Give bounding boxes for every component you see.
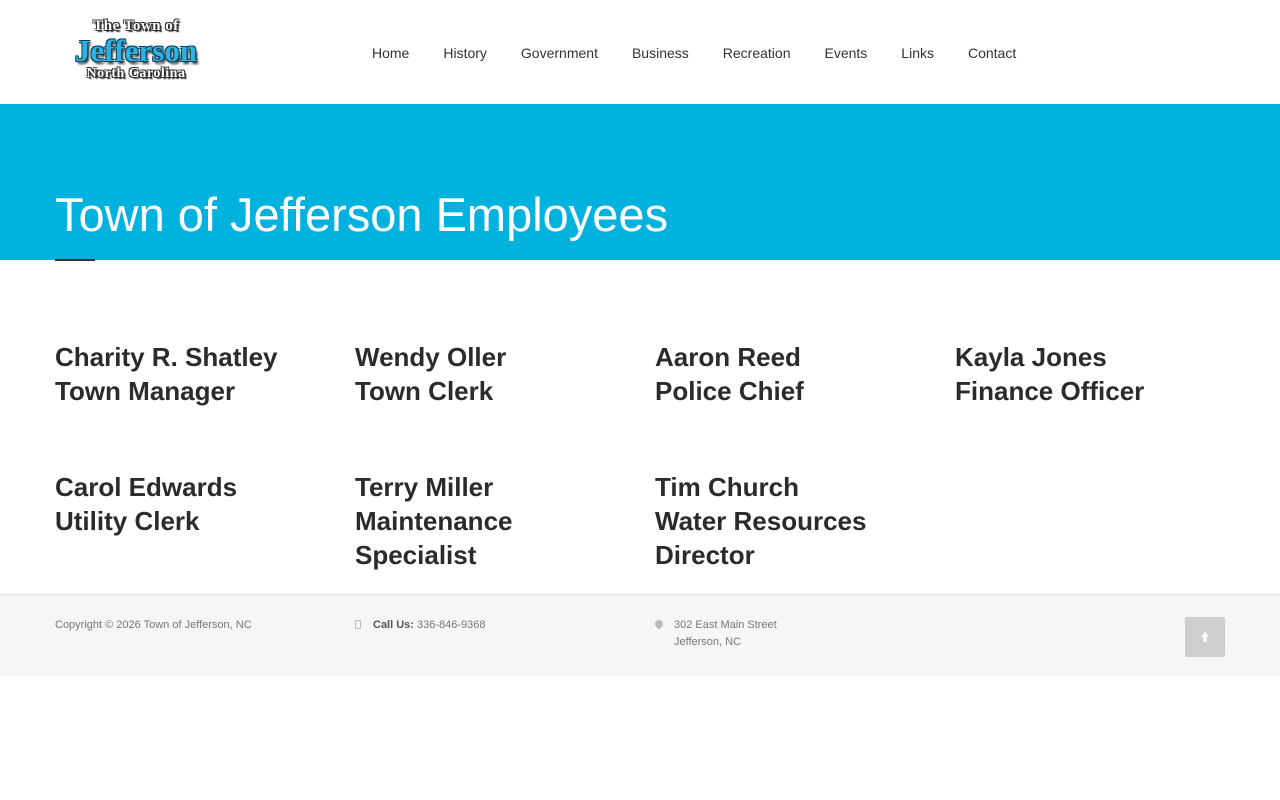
employee-name: Kayla Jones [955, 342, 1107, 372]
address-street: 302 East Main Street [674, 619, 777, 631]
employee-title: Town Clerk [355, 376, 494, 406]
employee-name: Wendy Oller [355, 342, 507, 372]
nav-recreation[interactable]: Recreation [723, 45, 791, 61]
nav-links[interactable]: Links [901, 45, 934, 61]
address-info: 302 East Main Street Jefferson, NC [653, 617, 777, 651]
employee-title: Utility Clerk [55, 506, 200, 536]
back-to-top-button[interactable] [1185, 617, 1225, 657]
phone-icon [355, 620, 361, 629]
phone-info: Call Us: 336-846-9368 [355, 617, 486, 634]
nav-contact[interactable]: Contact [968, 45, 1016, 61]
phone-number: 336-846-9368 [417, 619, 486, 631]
map-pin-icon [653, 618, 665, 630]
nav-history[interactable]: History [443, 45, 487, 61]
employee-title: Town Manager [55, 376, 236, 406]
employee-name: Charity R. Shatley [55, 342, 278, 372]
address-city: Jefferson, NC [674, 636, 742, 648]
nav-home[interactable]: Home [372, 45, 409, 61]
nav-government[interactable]: Government [521, 45, 598, 61]
site-footer: Copyright © 2026 Town of Jefferson, NC C… [0, 594, 1280, 676]
page-title: Town of Jefferson Employees [55, 188, 669, 241]
page-banner: Town of Jefferson Employees [0, 104, 1280, 260]
arrow-up-icon [1201, 632, 1209, 642]
employee-card: Aaron Reed Police Chief [655, 340, 945, 408]
employee-card: Kayla Jones Finance Officer [955, 340, 1245, 408]
employee-title: Police Chief [655, 376, 804, 406]
employee-card: Charity R. Shatley Town Manager [55, 340, 345, 408]
employee-card: Wendy Oller Town Clerk [355, 340, 645, 408]
phone-label: Call Us: [373, 619, 414, 631]
employee-name: Aaron Reed [655, 342, 801, 372]
employee-title: Water Resources Director [655, 506, 867, 570]
employee-name: Terry Miller [355, 472, 494, 502]
main-nav: Home History Government Business Recreat… [372, 45, 1016, 61]
title-underline [55, 259, 95, 261]
employee-title: Finance Officer [955, 376, 1145, 406]
site-header: The Town of Jefferson North Carolina Hom… [0, 0, 1280, 104]
logo-line-bottom: North Carolina [86, 66, 186, 81]
employee-name: Tim Church [655, 472, 799, 502]
employee-card: Carol Edwards Utility Clerk [55, 470, 345, 538]
nav-events[interactable]: Events [824, 45, 867, 61]
town-logo[interactable]: The Town of Jefferson North Carolina [56, 18, 216, 84]
employee-name: Carol Edwards [55, 472, 238, 502]
employee-title: Maintenance Specialist [355, 506, 513, 570]
employee-card: Tim Church Water Resources Director [655, 470, 905, 572]
nav-business[interactable]: Business [632, 45, 689, 61]
copyright-text: Copyright © 2026 Town of Jefferson, NC [55, 619, 252, 631]
employee-card: Terry Miller Maintenance Specialist [355, 470, 555, 572]
logo-line-main: Jefferson [74, 33, 198, 68]
